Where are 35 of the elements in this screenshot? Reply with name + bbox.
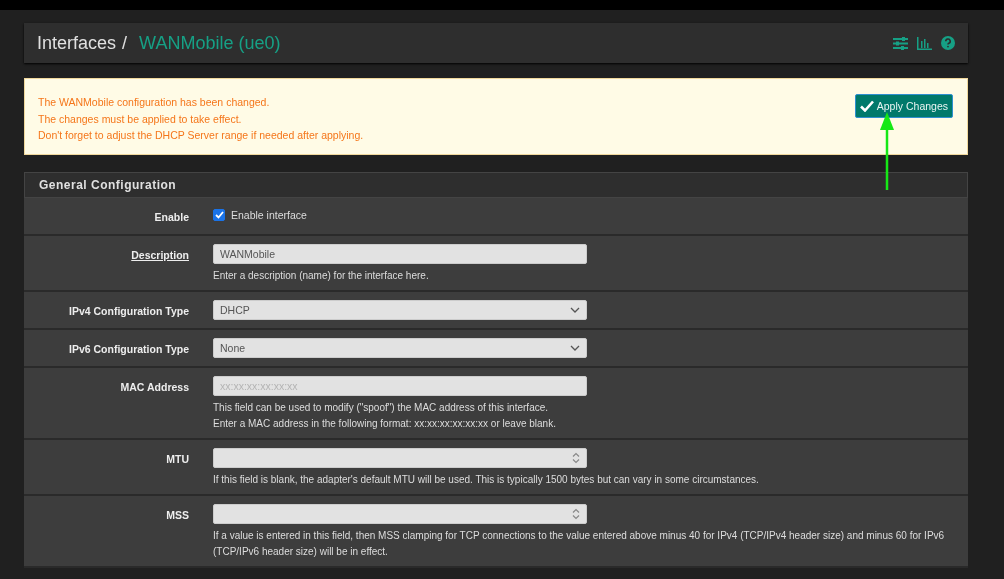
breadcrumb-section: Interfaces xyxy=(37,32,117,54)
field-label: MTU xyxy=(166,453,189,465)
checkbox-label: Enable interface xyxy=(231,209,307,221)
field-label: IPv4 Configuration Type xyxy=(69,305,189,317)
number-field[interactable] xyxy=(213,504,587,524)
alert-message: The WANMobile configuration has been changed. xyxy=(38,95,271,110)
alert-message: Don't forget to adjust the DHCP Server range if needed after applying. xyxy=(38,128,364,143)
number-field[interactable] xyxy=(213,448,587,468)
spinner-arrows-icon[interactable] xyxy=(572,452,580,464)
spinner-arrows-icon[interactable] xyxy=(572,508,580,520)
checkmark-icon xyxy=(859,100,874,112)
dropdown-field[interactable]: None xyxy=(213,338,587,358)
help-text: Enter a description (name) for the interface here. xyxy=(213,269,430,283)
alert-message: The changes must be applied to take effect. xyxy=(38,111,243,127)
apply-changes-button[interactable]: Apply Changes xyxy=(854,94,953,118)
sliders-icon[interactable] xyxy=(893,36,908,50)
help-text: If a value is entered in this field, then MSS clamping for TCP connections to the value entered above minus 40 for IPv4 (TCP/IPv4 header size) and minus 60 for IPv6 (TCP/IPv6 header size) will be in effect. xyxy=(213,529,946,559)
help-icon[interactable] xyxy=(941,36,955,50)
help-text: If this field is blank, the adapter's default MTU will be used. This is typically 1500 bytes but can vary in some circumstances. xyxy=(213,473,760,487)
dropdown-field[interactable]: DHCP xyxy=(213,300,587,320)
field-label: MAC Address xyxy=(120,381,189,393)
text-field[interactable]: WANMobile xyxy=(213,244,587,264)
breadcrumb-separator: / xyxy=(122,32,128,54)
field-label-link[interactable]: Description xyxy=(131,249,189,261)
page-title: WANMobile (ue0) xyxy=(139,32,281,54)
help-text: Enter a MAC address in the following format: xx:xx:xx:xx:xx:xx or leave blank. xyxy=(213,417,557,431)
field-label: Enable xyxy=(154,211,189,223)
field-label: MSS xyxy=(166,509,189,521)
bar-chart-icon[interactable] xyxy=(917,36,932,50)
field-label: IPv6 Configuration Type xyxy=(69,343,189,355)
checkbox[interactable] xyxy=(213,209,225,221)
chevron-down-icon xyxy=(570,307,580,313)
panel-heading: General Configuration xyxy=(24,172,968,198)
chevron-down-icon xyxy=(570,345,580,351)
help-text: This field can be used to modify ("spoof") the MAC address of this interface. xyxy=(213,401,550,415)
